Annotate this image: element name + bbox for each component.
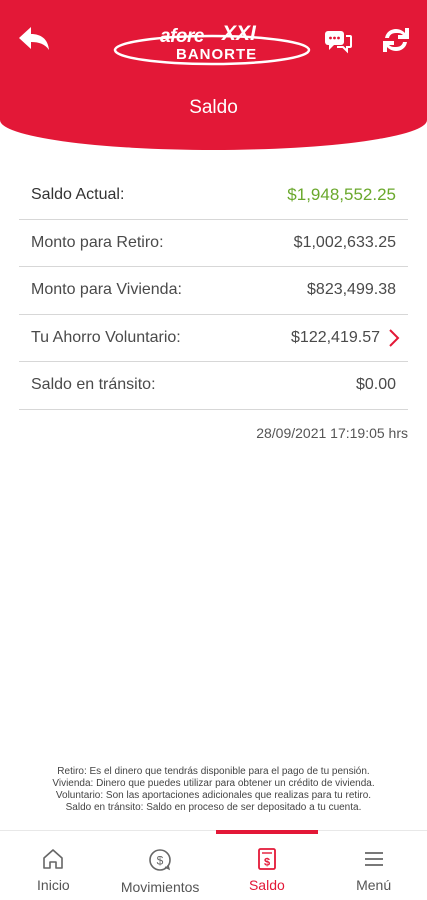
svg-text:$: $: [264, 857, 270, 869]
balance-row-retiro: Monto para Retiro: $1,002,633.25: [19, 220, 408, 267]
balance-value: $823,499.38: [307, 281, 396, 299]
balance-row-transito: Saldo en tránsito: $0.00: [19, 362, 408, 410]
balance-value: $0.00: [355, 376, 396, 394]
movements-icon: $: [149, 849, 171, 871]
note-voluntario: Voluntario: Son las aportaciones adicion…: [55, 790, 372, 801]
balance-value: $122,419.57: [291, 328, 380, 346]
balance-icon: $: [257, 848, 276, 870]
nav-label: Movimientos: [120, 879, 200, 895]
balance-row-voluntario[interactable]: Tu Ahorro Voluntario: $122,419.57: [19, 315, 408, 362]
balance-label: Saldo Actual:: [31, 186, 125, 204]
balance-value: $1,948,552.25: [287, 185, 396, 205]
refresh-button[interactable]: [378, 22, 414, 58]
balance-list: Saldo Actual: $1,948,552.25 Monto para R…: [19, 172, 408, 410]
balance-value: $1,002,633.25: [293, 233, 396, 251]
refresh-icon: [383, 28, 409, 52]
back-button[interactable]: [16, 22, 52, 58]
nav-item-movimientos[interactable]: $ Movimientos: [107, 831, 214, 900]
chat-button[interactable]: [320, 24, 356, 60]
logo-xxi-text: XXI: [222, 22, 256, 45]
balance-label: Tu Ahorro Voluntario:: [31, 328, 181, 346]
balance-label: Monto para Vivienda:: [31, 281, 182, 299]
note-transito: Saldo en tránsito: Saldo en proceso de s…: [65, 802, 362, 813]
home-icon: [43, 849, 64, 869]
nav-item-inicio[interactable]: Inicio: [0, 831, 107, 900]
bottom-navigation: Inicio $ Movimientos $ Saldo Menú: [0, 830, 427, 900]
nav-item-saldo[interactable]: $ Saldo: [214, 830, 321, 900]
balance-label: Monto para Retiro:: [31, 233, 164, 251]
note-retiro: Retiro: Es el dinero que tendrás disponi…: [57, 766, 370, 777]
svg-text:$: $: [157, 854, 164, 868]
menu-icon: [364, 852, 383, 866]
nav-label: Saldo: [248, 877, 285, 893]
afore-banorte-logo: afore XXI BANORTE: [112, 14, 318, 70]
note-vivienda: Vivienda: Dinero que puedes utilizar par…: [52, 778, 375, 789]
balance-label: Saldo en tránsito:: [31, 376, 156, 394]
nav-label: Menú: [356, 877, 392, 893]
nav-item-menu[interactable]: Menú: [320, 831, 427, 900]
balance-row-current: Saldo Actual: $1,948,552.25: [19, 172, 408, 220]
nav-label: Inicio: [37, 877, 70, 893]
page-title: Saldo: [189, 97, 238, 118]
balance-row-vivienda: Monto para Vivienda: $823,499.38: [19, 267, 408, 315]
back-arrow-icon: [19, 27, 49, 50]
active-tab-indicator: [215, 830, 319, 834]
logo-banorte-text: BANORTE: [176, 46, 258, 63]
balance-notes: Retiro: Es el dinero que tendrás disponi…: [0, 766, 427, 814]
app-header: afore XXI BANORTE Saldo: [0, 0, 427, 150]
logo-afore-text: afore: [160, 26, 204, 47]
last-update-timestamp: 28/09/2021 17:19:05 hrs: [256, 425, 408, 441]
chat-icon: [325, 31, 352, 54]
chevron-right-icon: [389, 329, 400, 347]
